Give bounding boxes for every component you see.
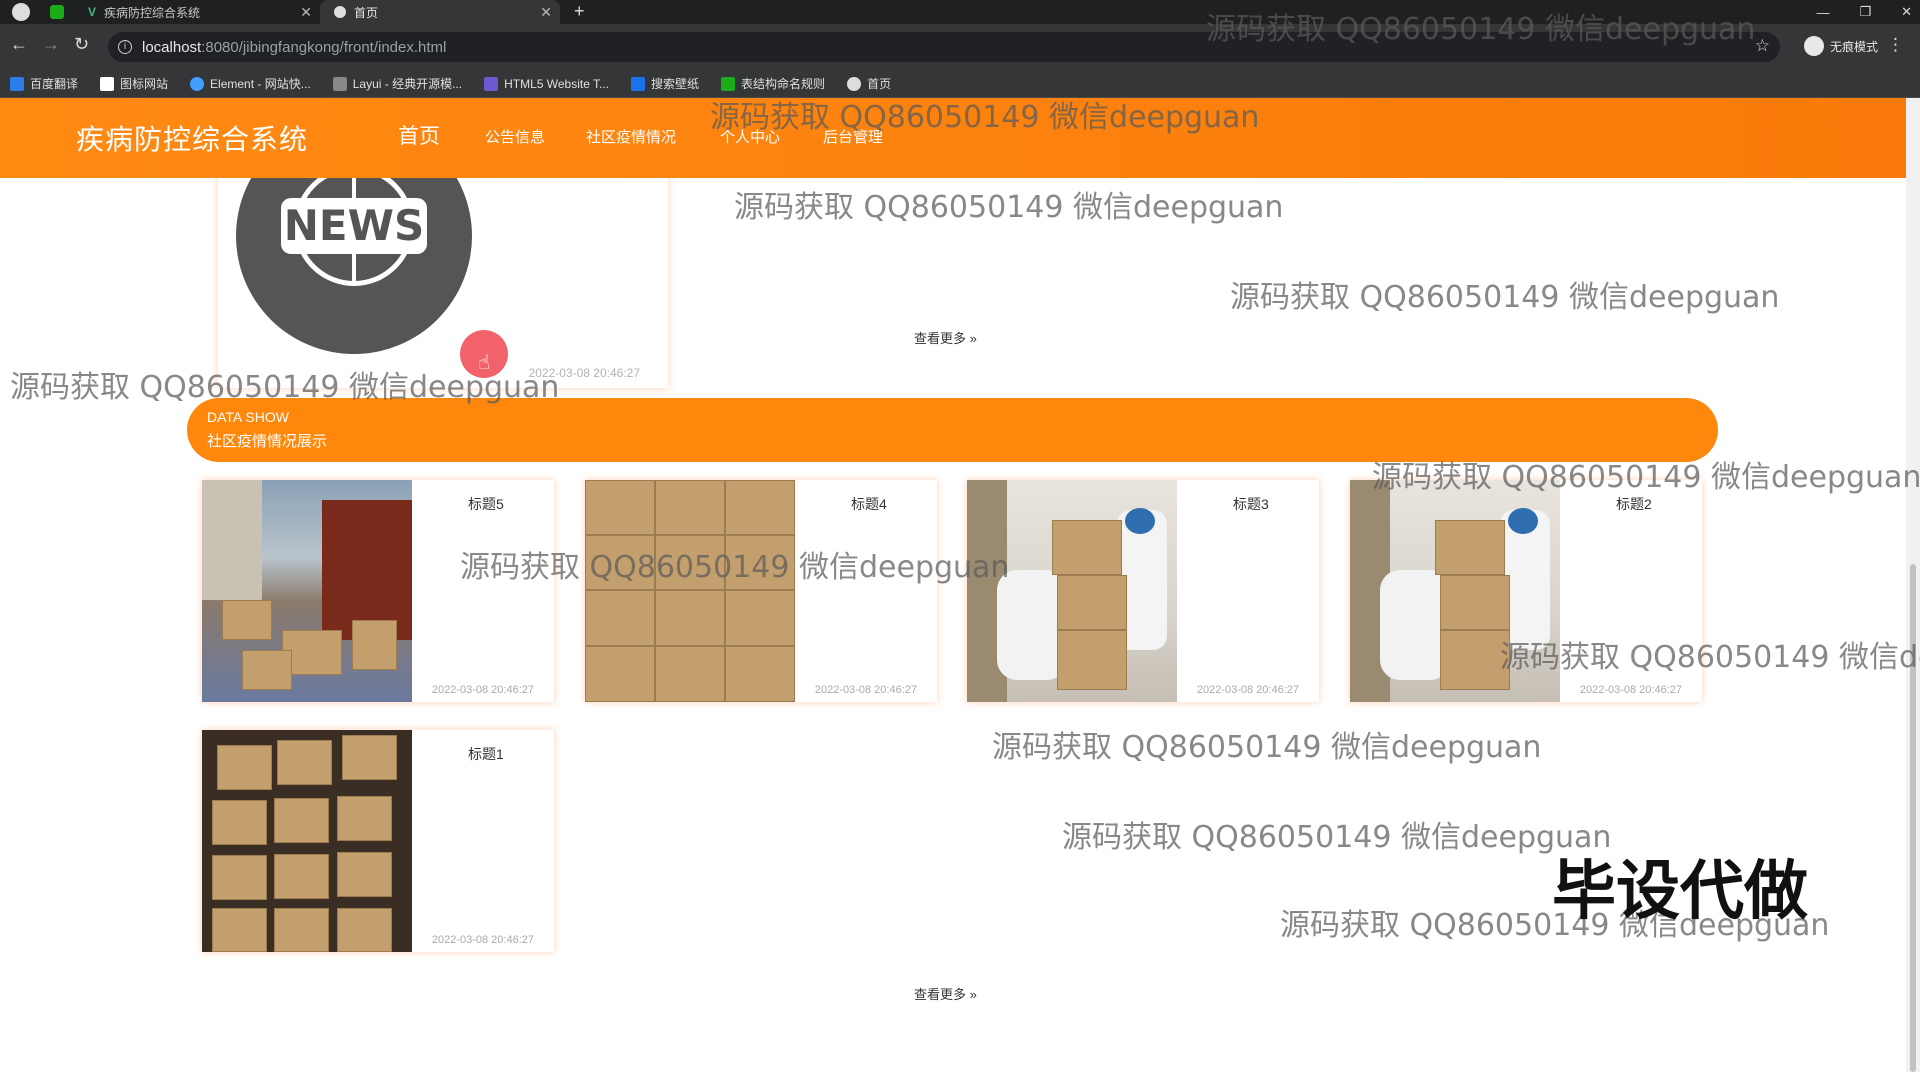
bookmark-item[interactable]: 首页 xyxy=(847,75,891,92)
page-scrollbar[interactable] xyxy=(1906,98,1920,1072)
card-image xyxy=(202,480,412,702)
bookmark-label: 图标网站 xyxy=(120,77,169,91)
watermark: 源码获取 QQ86050149 微信deepguan xyxy=(1206,12,1756,47)
card-title: 标题2 xyxy=(1616,496,1652,512)
card-date: 2022-03-08 20:46:27 xyxy=(1579,684,1682,696)
bookmark-star-icon[interactable]: ☆ xyxy=(1755,36,1770,56)
nav-community-epidemic[interactable]: 社区疫情情况 xyxy=(586,126,676,147)
url-host: localhost xyxy=(142,38,202,56)
site-title: 疾病防控综合系统 xyxy=(76,124,309,155)
bookmark-item[interactable]: Element - 网站快... xyxy=(190,75,311,92)
bookmark-item[interactable]: HTML5 Website T... xyxy=(484,76,610,91)
profile-button[interactable]: 无痕模式 xyxy=(1803,36,1878,56)
restore-icon[interactable]: ❐ xyxy=(1859,4,1871,20)
epidemic-card[interactable]: 标题5 2022-03-08 20:46:27 xyxy=(202,480,554,702)
watermark: 源码获取 QQ86050149 微信deepguan xyxy=(734,190,1284,225)
html5-icon xyxy=(484,76,499,91)
card-date: 2022-03-08 20:46:27 xyxy=(431,934,534,946)
bookmark-label: 百度翻译 xyxy=(30,77,79,91)
tab-title: 疾病防控综合系统 xyxy=(104,5,201,20)
watermark: 源码获取 QQ86050149 微信de xyxy=(1500,640,1920,675)
news-logo-label: NEWS xyxy=(281,198,427,254)
bookmark-label: Layui - 经典开源模... xyxy=(352,77,463,91)
nav-notices[interactable]: 公告信息 xyxy=(485,126,545,147)
bookmark-item[interactable]: 百度翻译 xyxy=(10,75,78,92)
reload-icon[interactable]: ↻ xyxy=(74,34,89,55)
card-title: 标题1 xyxy=(468,746,504,762)
window-controls: — ❐ ✕ xyxy=(1816,0,1912,24)
url-path: :8080/jibingfangkong/front/index.html xyxy=(201,38,447,56)
epidemic-card[interactable]: 标题3 2022-03-08 20:46:27 xyxy=(967,480,1319,702)
bookmark-item[interactable]: 表结构命名规则 xyxy=(721,75,825,92)
bookmark-label: HTML5 Website T... xyxy=(504,76,610,91)
new-tab-icon[interactable]: + xyxy=(574,1,585,22)
close-icon[interactable]: ✕ xyxy=(540,4,552,21)
watermark: 源码获取 QQ86050149 微信deepguan xyxy=(1372,460,1920,495)
wallpaper-icon xyxy=(631,76,646,91)
sheet-icon xyxy=(721,76,736,91)
flag-icon xyxy=(100,76,115,91)
vue-icon: V xyxy=(88,5,97,19)
bookmark-label: 搜索壁纸 xyxy=(651,77,700,91)
bookmark-label: 表结构命名规则 xyxy=(741,77,826,91)
pinned-tab-icon[interactable] xyxy=(12,3,30,21)
minimize-icon[interactable]: — xyxy=(1816,5,1829,20)
watermark: 源码获取 QQ86050149 微信deepguan xyxy=(460,550,1010,585)
section-title-cn: 社区疫情情况展示 xyxy=(207,433,328,450)
section-more-link[interactable]: 查看更多 » xyxy=(914,984,977,1003)
bookmark-label: Element - 网站快... xyxy=(210,77,311,91)
profile-label: 无痕模式 xyxy=(1829,39,1878,54)
card-title: 标题5 xyxy=(468,496,504,512)
globe-icon xyxy=(847,76,862,91)
bookmark-icon xyxy=(10,76,24,91)
site-info-icon[interactable]: i xyxy=(118,40,132,54)
watermark: 源码获取 QQ86050149 微信deepguan xyxy=(1062,820,1612,855)
card-date: 2022-03-08 20:46:27 xyxy=(1196,684,1299,696)
watermark: 源码获取 QQ86050149 微信deepguan xyxy=(10,370,560,405)
element-icon xyxy=(190,76,205,91)
close-icon[interactable]: ✕ xyxy=(300,4,312,21)
card-date: 2022-03-08 20:46:27 xyxy=(814,684,917,696)
watermark: 源码获取 QQ86050149 微信deepguan xyxy=(1230,280,1780,315)
epidemic-card[interactable]: 标题1 2022-03-08 20:46:27 xyxy=(202,730,554,952)
card-image xyxy=(585,480,795,702)
tab-home[interactable]: 首页 ✕ xyxy=(320,0,560,24)
news-more-link[interactable]: 查看更多 » xyxy=(914,328,977,347)
epidemic-card[interactable]: 标题4 2022-03-08 20:46:27 xyxy=(585,480,937,702)
bookmark-item[interactable]: Layui - 经典开源模... xyxy=(332,75,463,92)
tab-title: 首页 xyxy=(354,5,379,20)
bookmark-item[interactable]: 图标网站 xyxy=(100,75,168,92)
watermark: 源码获取 QQ86050149 微信deepguan xyxy=(710,100,1260,135)
nav-home[interactable]: 首页 xyxy=(398,120,440,150)
card-title: 标题4 xyxy=(851,496,887,512)
card-title: 标题3 xyxy=(1233,496,1269,512)
screen: V 疾病防控综合系统 ✕ 首页 ✕ + — ❐ ✕ ← → ↻ i localh… xyxy=(0,0,1920,1072)
watermark: 源码获取 QQ86050149 微信deepguan xyxy=(992,730,1542,765)
pinned-tab-sheet-icon[interactable] xyxy=(50,5,64,19)
forward-icon[interactable]: → xyxy=(42,34,60,55)
bookmark-item[interactable]: 搜索壁纸 xyxy=(631,75,699,92)
card-image xyxy=(967,480,1177,702)
globe-icon xyxy=(334,6,346,18)
menu-icon[interactable]: ⋮ xyxy=(1887,35,1904,55)
layui-icon xyxy=(332,76,347,91)
card-image xyxy=(202,730,412,952)
watermark-big: 毕设代做 xyxy=(1552,855,1808,929)
back-icon[interactable]: ← xyxy=(10,34,28,55)
tab-disease-system[interactable]: V 疾病防控综合系统 ✕ xyxy=(88,0,320,24)
card-date: 2022-03-08 20:46:27 xyxy=(431,684,534,696)
section-title-en: DATA SHOW xyxy=(207,409,289,425)
close-window-icon[interactable]: ✕ xyxy=(1901,4,1912,20)
incognito-icon xyxy=(1803,36,1824,56)
bookmark-label: 首页 xyxy=(867,77,892,91)
